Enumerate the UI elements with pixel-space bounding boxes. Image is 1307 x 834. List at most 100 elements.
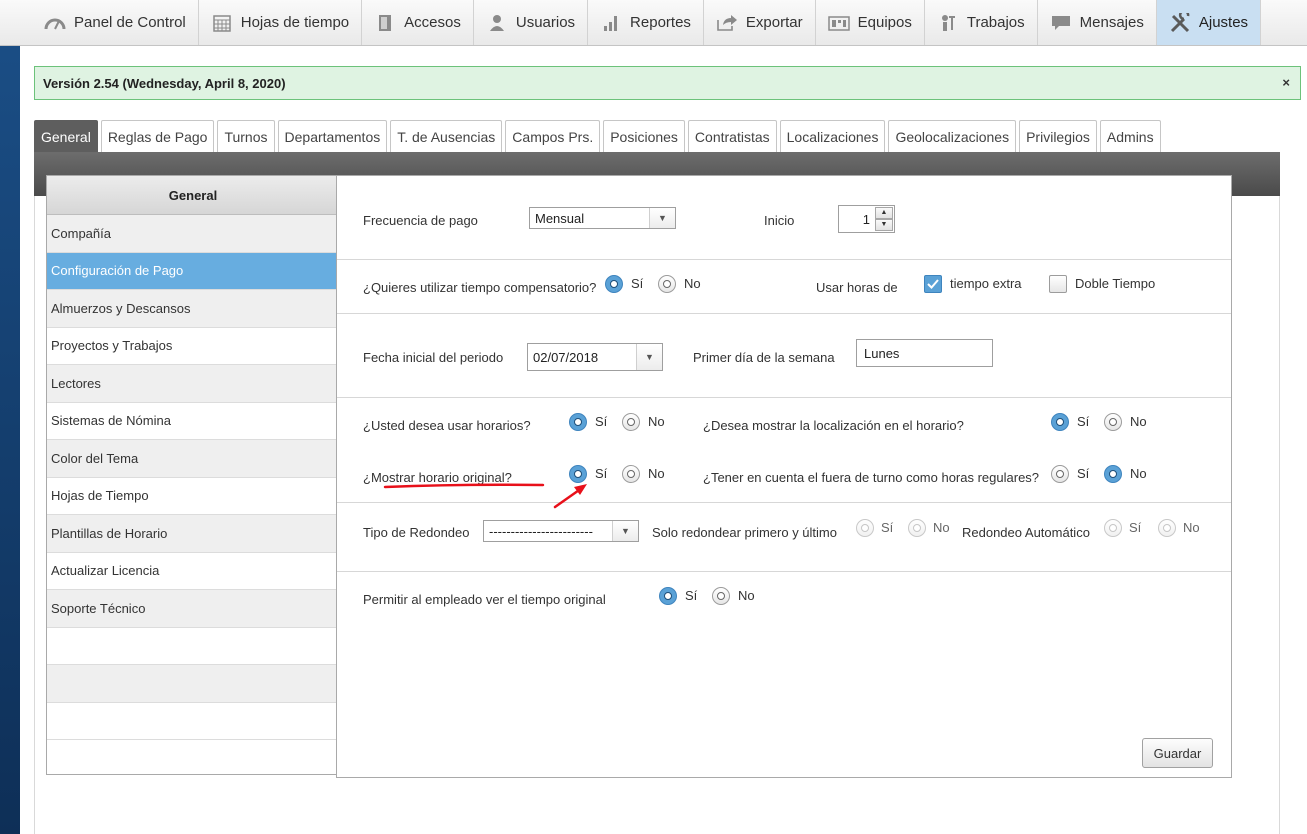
comp-time-no-label: No <box>684 276 701 291</box>
side-item-soporte[interactable]: Soporte Técnico <box>47 590 339 628</box>
chevron-down-icon: ▼ <box>636 344 662 370</box>
round-first-last-yes-radio[interactable] <box>856 519 874 537</box>
side-item-almuerzos[interactable]: Almuerzos y Descansos <box>47 290 339 328</box>
auto-rounding-no-radio[interactable] <box>1158 519 1176 537</box>
nav-label: Panel de Control <box>74 14 186 31</box>
use-schedules-yes-label: Sí <box>595 414 608 429</box>
dashboard-icon <box>44 14 66 32</box>
side-item-hojas-tiempo[interactable]: Hojas de Tiempo <box>47 478 339 515</box>
tab-posiciones[interactable]: Posiciones <box>603 120 685 152</box>
nav-label: Ajustes <box>1198 14 1249 31</box>
side-item-proyectos[interactable]: Proyectos y Trabajos <box>47 328 339 365</box>
tab-localizaciones[interactable]: Localizaciones <box>779 120 886 152</box>
auto-rounding-yes-radio[interactable] <box>1104 519 1122 537</box>
off-shift-no-radio[interactable] <box>1104 465 1122 483</box>
period-start-date-picker[interactable]: 02/07/2018 ▼ <box>527 343 663 371</box>
tab-reglas-de-pago[interactable]: Reglas de Pago <box>100 120 215 152</box>
nav-hojas-de-tiempo[interactable]: Hojas de tiempo <box>199 0 363 45</box>
message-icon <box>1050 14 1072 32</box>
employee-view-no-radio[interactable] <box>712 587 730 605</box>
auto-rounding-yes-label: Sí <box>1129 520 1142 535</box>
show-original-yes-radio[interactable] <box>569 465 587 483</box>
bar-chart-icon <box>600 14 622 32</box>
double-time-checkbox[interactable] <box>1049 275 1067 293</box>
side-item-sistemas-nomina[interactable]: Sistemas de Nómina <box>47 403 339 440</box>
side-empty-row <box>47 665 339 703</box>
auto-rounding-no-label: No <box>1183 520 1200 535</box>
chevron-down-icon: ▼ <box>649 208 675 228</box>
overtime-checkbox[interactable] <box>924 275 942 293</box>
nav-reportes[interactable]: Reportes <box>588 0 704 45</box>
employee-view-yes-radio[interactable] <box>659 587 677 605</box>
auto-rounding-label: Redondeo Automático <box>962 525 1090 540</box>
show-original-no-radio[interactable] <box>622 465 640 483</box>
nav-mensajes[interactable]: Mensajes <box>1038 0 1157 45</box>
side-item-configuracion-pago[interactable]: Configuración de Pago <box>47 252 339 290</box>
use-schedules-label: ¿Usted desea usar horarios? <box>363 418 531 433</box>
off-shift-yes-radio[interactable] <box>1051 465 1069 483</box>
side-item-plantillas[interactable]: Plantillas de Horario <box>47 515 339 553</box>
version-notice: Versión 2.54 (Wednesday, April 8, 2020) … <box>34 66 1301 100</box>
show-original-schedule-label: ¿Mostrar horario original? <box>363 470 512 485</box>
stepper-down-icon[interactable]: ▼ <box>875 219 893 231</box>
nav-accesos[interactable]: Accesos <box>362 0 474 45</box>
close-icon[interactable]: × <box>1282 75 1290 90</box>
comp-time-label: ¿Quieres utilizar tiempo compensatorio? <box>363 280 597 295</box>
round-first-last-no-radio[interactable] <box>908 519 926 537</box>
round-first-last-yes-label: Sí <box>881 520 894 535</box>
tab-general[interactable]: General <box>34 120 98 152</box>
save-button[interactable]: Guardar <box>1142 738 1213 768</box>
off-shift-yes-label: Sí <box>1077 466 1090 481</box>
side-item-color-tema[interactable]: Color del Tema <box>47 440 339 478</box>
rounding-type-select[interactable]: ------------------------ ▼ <box>483 520 639 542</box>
side-menu-title: General <box>47 176 339 215</box>
stepper-up-icon[interactable]: ▲ <box>875 207 893 219</box>
week-first-day-field[interactable]: Lunes <box>856 339 993 367</box>
comp-time-section: ¿Quieres utilizar tiempo compensatorio? … <box>337 260 1231 314</box>
nav-label: Mensajes <box>1079 14 1144 31</box>
nav-ajustes[interactable]: Ajustes <box>1156 0 1262 45</box>
tab-departamentos[interactable]: Departamentos <box>277 120 388 152</box>
tab-contratistas[interactable]: Contratistas <box>687 120 777 152</box>
general-side-menu: General Compañía Configuración de Pago A… <box>46 175 340 775</box>
settings-tabs: General Reglas de Pago Turnos Departamen… <box>34 120 1161 152</box>
use-schedules-no-label: No <box>648 414 665 429</box>
calendar-icon <box>211 14 233 32</box>
show-location-yes-label: Sí <box>1077 414 1090 429</box>
nav-trabajos[interactable]: Trabajos <box>925 0 1038 45</box>
tools-icon <box>1169 12 1191 32</box>
stepper-buttons: ▲ ▼ <box>875 207 893 231</box>
start-label: Inicio <box>764 213 795 228</box>
nav-equipos[interactable]: Equipos <box>816 0 925 45</box>
employee-view-yes-label: Sí <box>685 588 698 603</box>
side-item-lectores[interactable]: Lectores <box>47 365 339 403</box>
tab-admins[interactable]: Admins <box>1099 120 1161 152</box>
start-stepper[interactable]: 1 ▲ ▼ <box>838 205 895 233</box>
show-location-yes-radio[interactable] <box>1051 413 1069 431</box>
period-start-value: 02/07/2018 <box>533 349 599 365</box>
side-menu-list: Compañía Configuración de Pago Almuerzos… <box>47 215 339 740</box>
nav-label: Exportar <box>745 14 803 31</box>
side-item-compania[interactable]: Compañía <box>47 215 339 253</box>
tab-turnos[interactable]: Turnos <box>217 120 275 152</box>
off-shift-regular-label: ¿Tener en cuenta el fuera de turno como … <box>703 470 1040 485</box>
tab-privilegios[interactable]: Privilegios <box>1019 120 1097 152</box>
nav-label: Equipos <box>857 14 912 31</box>
tab-campos[interactable]: Campos Prs. <box>505 120 601 152</box>
tab-geolocalizaciones[interactable]: Geolocalizaciones <box>888 120 1017 152</box>
pay-frequency-select[interactable]: Mensual ▼ <box>529 207 676 229</box>
chevron-down-icon: ▼ <box>612 521 638 541</box>
nav-label: Reportes <box>630 14 691 31</box>
rounding-type-value: ------------------------ <box>489 523 593 539</box>
show-location-no-radio[interactable] <box>1104 413 1122 431</box>
nav-panel-de-control[interactable]: Panel de Control <box>32 0 199 45</box>
use-schedules-yes-radio[interactable] <box>569 413 587 431</box>
comp-time-no-radio[interactable] <box>658 275 676 293</box>
nav-usuarios[interactable]: Usuarios <box>474 0 589 45</box>
use-schedules-no-radio[interactable] <box>622 413 640 431</box>
comp-time-yes-radio[interactable] <box>605 275 623 293</box>
tab-ausencias[interactable]: T. de Ausencias <box>390 120 503 152</box>
nav-exportar[interactable]: Exportar <box>704 0 816 45</box>
side-item-licencia[interactable]: Actualizar Licencia <box>47 553 339 590</box>
start-value: 1 <box>862 211 870 227</box>
